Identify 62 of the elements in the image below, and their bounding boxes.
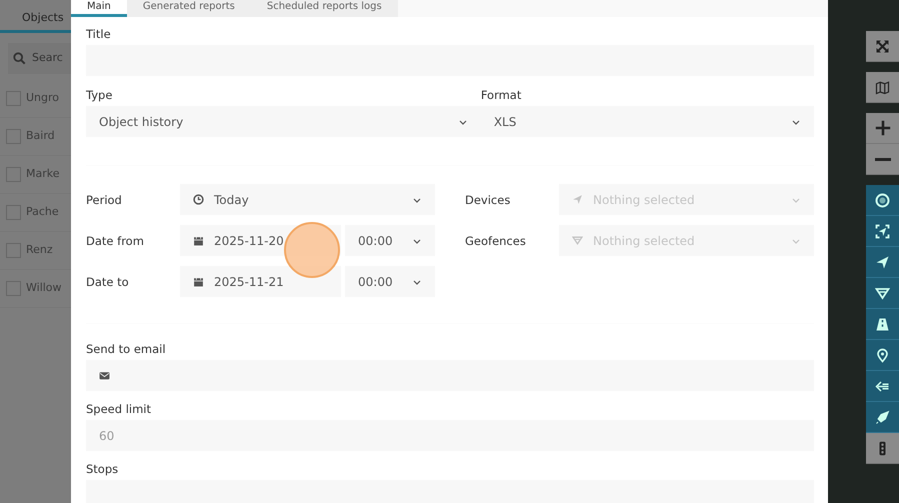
road-icon bbox=[875, 316, 890, 332]
search-icon bbox=[13, 52, 26, 65]
field-label: Title bbox=[86, 27, 112, 41]
zoom-in-button[interactable] bbox=[866, 113, 899, 144]
field-label: Stops bbox=[86, 462, 120, 476]
dialog-tab[interactable]: Main bbox=[71, 0, 127, 17]
email-field[interactable] bbox=[86, 360, 814, 391]
time-select[interactable]: 00:00 bbox=[345, 266, 435, 297]
object-name: Willow bbox=[26, 280, 62, 296]
time-select[interactable]: 00:00 bbox=[345, 225, 435, 256]
dialog-tab[interactable]: Scheduled reports logs bbox=[250, 0, 398, 17]
field-label: Speed limit bbox=[86, 402, 152, 416]
dialog-tab[interactable]: Generated reports bbox=[126, 0, 251, 17]
map-tool-button[interactable] bbox=[866, 309, 899, 340]
triangle-icon bbox=[572, 235, 583, 246]
calendar-icon bbox=[193, 276, 204, 287]
speed-limit-field[interactable]: 60 bbox=[86, 420, 814, 451]
fullscreen-icon bbox=[875, 38, 890, 54]
field-label: Period bbox=[86, 192, 123, 206]
field-label: Devices bbox=[465, 192, 512, 206]
map-tool-button[interactable] bbox=[866, 371, 899, 402]
location-pin-icon bbox=[875, 348, 890, 362]
search-field[interactable]: Searc bbox=[8, 43, 71, 74]
triangle-icon bbox=[875, 286, 890, 300]
plus-icon bbox=[874, 119, 892, 137]
rocket-icon bbox=[875, 410, 890, 424]
fit-bounds-icon bbox=[875, 224, 890, 238]
navigation-arrow-icon bbox=[875, 254, 890, 270]
map-tool-button[interactable] bbox=[866, 216, 899, 247]
target-icon bbox=[875, 192, 890, 208]
map-icon bbox=[875, 80, 890, 94]
object-name: Baird bbox=[26, 128, 55, 144]
field-label: Date from bbox=[86, 234, 145, 248]
object-name: Pache bbox=[26, 204, 59, 220]
field-label: Date to bbox=[86, 274, 130, 288]
traffic-button[interactable] bbox=[866, 433, 899, 464]
minus-icon bbox=[874, 158, 890, 160]
map-layers-button[interactable] bbox=[866, 72, 899, 103]
envelope-icon bbox=[99, 370, 110, 381]
zoom-out-button[interactable] bbox=[866, 144, 899, 175]
search-placeholder: Searc bbox=[32, 50, 63, 66]
field-label: Format bbox=[480, 88, 522, 102]
map-tool-button[interactable] bbox=[866, 340, 899, 371]
map-tool-button[interactable] bbox=[866, 247, 899, 278]
period-select[interactable]: Today bbox=[180, 184, 435, 215]
navigation-arrow-icon bbox=[572, 194, 583, 205]
date-field[interactable]: 2025-11-21 bbox=[180, 266, 341, 297]
field-label: Send to email bbox=[86, 342, 167, 356]
clock-icon bbox=[193, 194, 204, 205]
map-tool-button[interactable] bbox=[866, 185, 899, 216]
type-select[interactable]: Object history bbox=[86, 106, 481, 137]
object-name: Ungro bbox=[26, 90, 60, 106]
field-label: Geofences bbox=[465, 234, 527, 248]
format-select[interactable]: XLS bbox=[480, 106, 814, 137]
object-name: Renz bbox=[26, 242, 53, 258]
fullscreen-button[interactable] bbox=[866, 31, 899, 62]
map-tool-button[interactable] bbox=[866, 402, 899, 433]
calendar-icon bbox=[193, 235, 204, 246]
object-name: Marke bbox=[26, 166, 60, 182]
route-icon bbox=[875, 378, 890, 394]
map-tool-button[interactable] bbox=[866, 278, 899, 309]
field-label: Type bbox=[86, 88, 112, 102]
